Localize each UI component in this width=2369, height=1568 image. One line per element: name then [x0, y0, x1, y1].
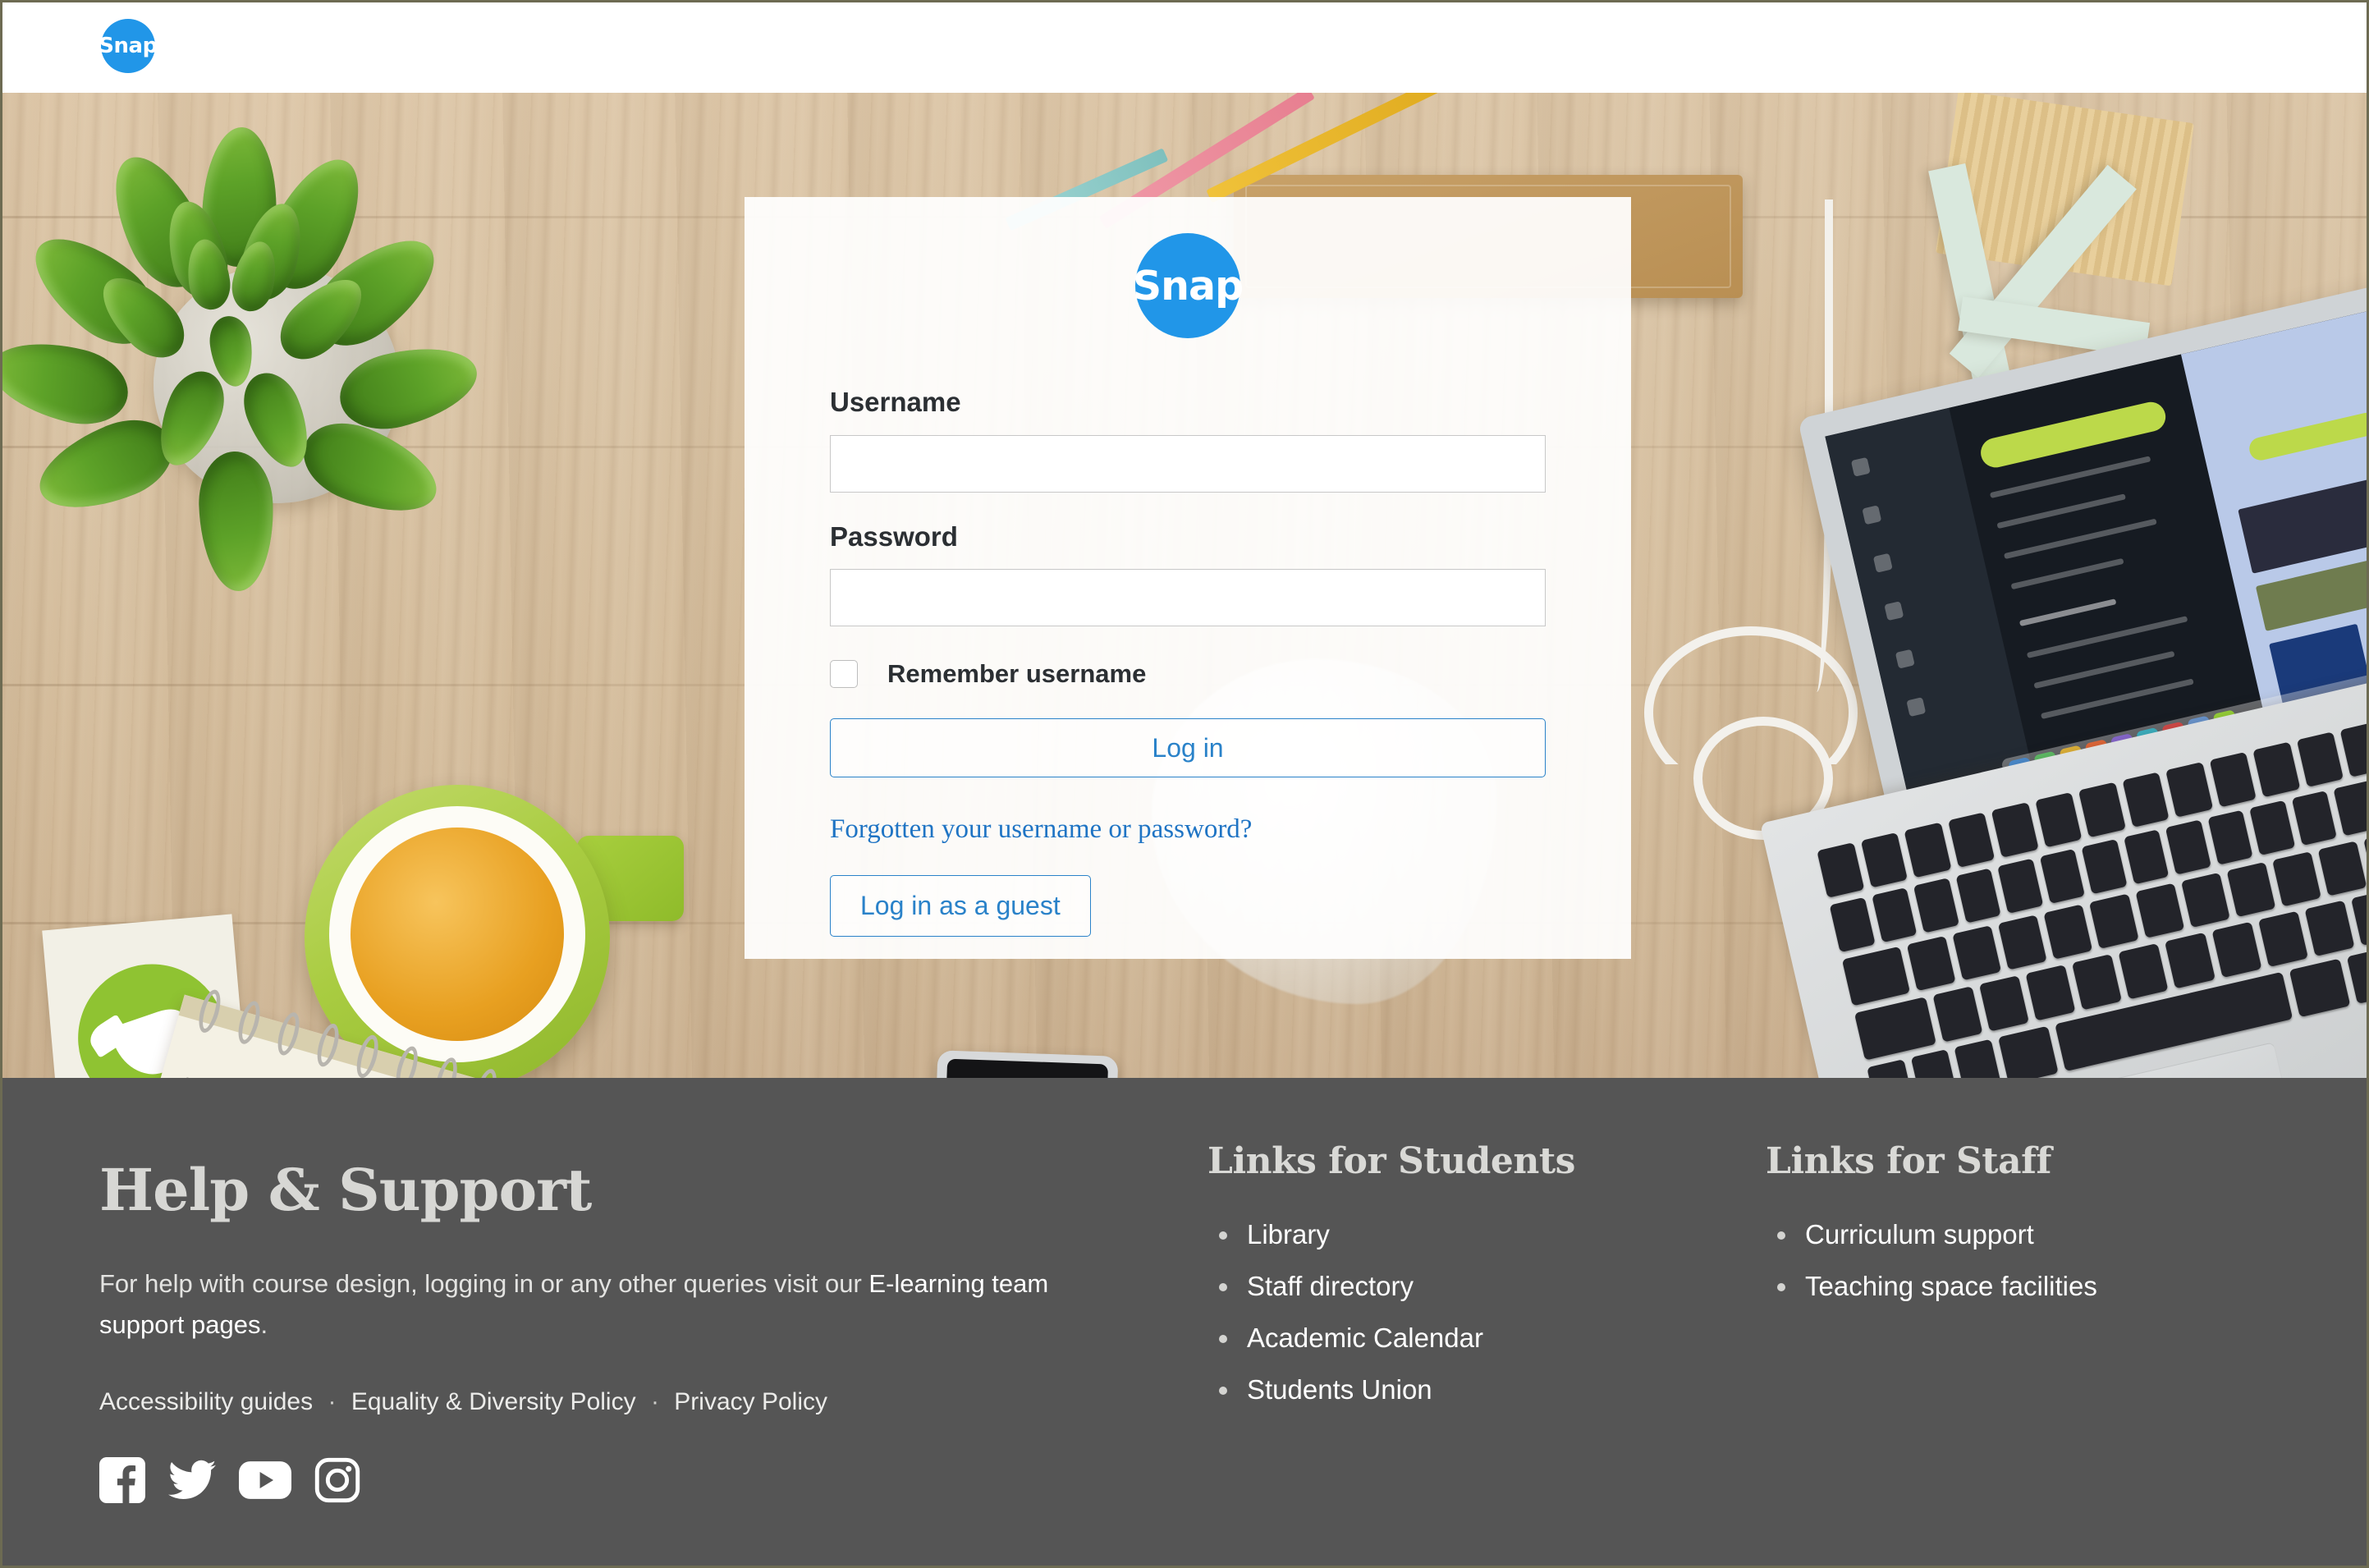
help-paragraph-after: .: [260, 1309, 268, 1339]
login-button[interactable]: Log in: [830, 718, 1546, 778]
phone-screen: [942, 1058, 1109, 1078]
login-card: Snap Username Password Remember username…: [745, 197, 1631, 959]
privacy-policy-link[interactable]: Privacy Policy: [674, 1388, 827, 1415]
password-label: Password: [830, 520, 958, 552]
username-input[interactable]: [830, 434, 1546, 493]
equality-diversity-policy-link[interactable]: Equality & Diversity Policy: [351, 1388, 636, 1415]
site-footer: Help & Support For help with course desi…: [2, 1078, 2367, 1566]
list-item[interactable]: Academic Calendar: [1207, 1324, 1766, 1351]
policy-separator-2: ·: [650, 1387, 659, 1415]
accessibility-guides-link[interactable]: Accessibility guides: [99, 1388, 313, 1415]
instagram-icon[interactable]: [314, 1457, 360, 1503]
students-link-list: Library Staff directory Academic Calenda…: [1207, 1221, 1766, 1403]
list-item[interactable]: Staff directory: [1207, 1272, 1766, 1300]
remember-username-label: Remember username: [887, 659, 1147, 689]
tea-liquid: [351, 828, 564, 1041]
staff-heading: Links for Staff: [1766, 1140, 2051, 1182]
login-logo-text: Snap: [1132, 262, 1244, 309]
staff-link-list: Curriculum support Teaching space facili…: [1766, 1221, 2275, 1300]
remember-username-checkbox[interactable]: [830, 660, 858, 689]
policy-separator-1: ·: [328, 1387, 337, 1415]
guest-login-button[interactable]: Log in as a guest: [830, 875, 1091, 938]
page-root: MacBook Air: [2, 2, 2367, 1566]
login-form: Username Password Remember username Log …: [830, 386, 1546, 938]
footer-help-column: Help & Support For help with course desi…: [99, 1078, 1207, 1503]
list-item[interactable]: Teaching space facilities: [1766, 1272, 2275, 1300]
students-heading: Links for Students: [1207, 1140, 1575, 1182]
forgot-password-link[interactable]: Forgotten your username or password?: [830, 814, 1546, 845]
facebook-icon[interactable]: [99, 1456, 145, 1503]
help-heading: Help & Support: [99, 1156, 592, 1224]
twitter-icon[interactable]: [168, 1457, 216, 1503]
social-links-row: [99, 1456, 1207, 1503]
green-mug: [305, 785, 610, 1078]
help-paragraph: For help with course design, logging in …: [99, 1263, 1125, 1346]
list-item[interactable]: Students Union: [1207, 1376, 1766, 1403]
header-logo-text: Snap: [99, 34, 158, 58]
policy-links-row: Accessibility guides · Equality & Divers…: [99, 1388, 1207, 1416]
list-item[interactable]: Library: [1207, 1221, 1766, 1248]
snap-logo-icon[interactable]: Snap: [99, 19, 158, 73]
help-paragraph-before: For help with course design, logging in …: [99, 1268, 869, 1298]
footer-staff-column: Links for Staff Curriculum support Teach…: [1766, 1078, 2275, 1503]
username-label: Username: [830, 387, 961, 417]
site-header: Snap: [2, 2, 2367, 93]
login-snap-logo-icon: Snap: [1132, 233, 1244, 338]
succulent-plant: [2, 126, 486, 593]
password-input[interactable]: [830, 569, 1546, 627]
list-item[interactable]: Curriculum support: [1766, 1221, 2275, 1248]
youtube-icon[interactable]: [239, 1457, 291, 1503]
remember-username-row[interactable]: Remember username: [830, 659, 1546, 689]
footer-students-column: Links for Students Library Staff directo…: [1207, 1078, 1766, 1503]
